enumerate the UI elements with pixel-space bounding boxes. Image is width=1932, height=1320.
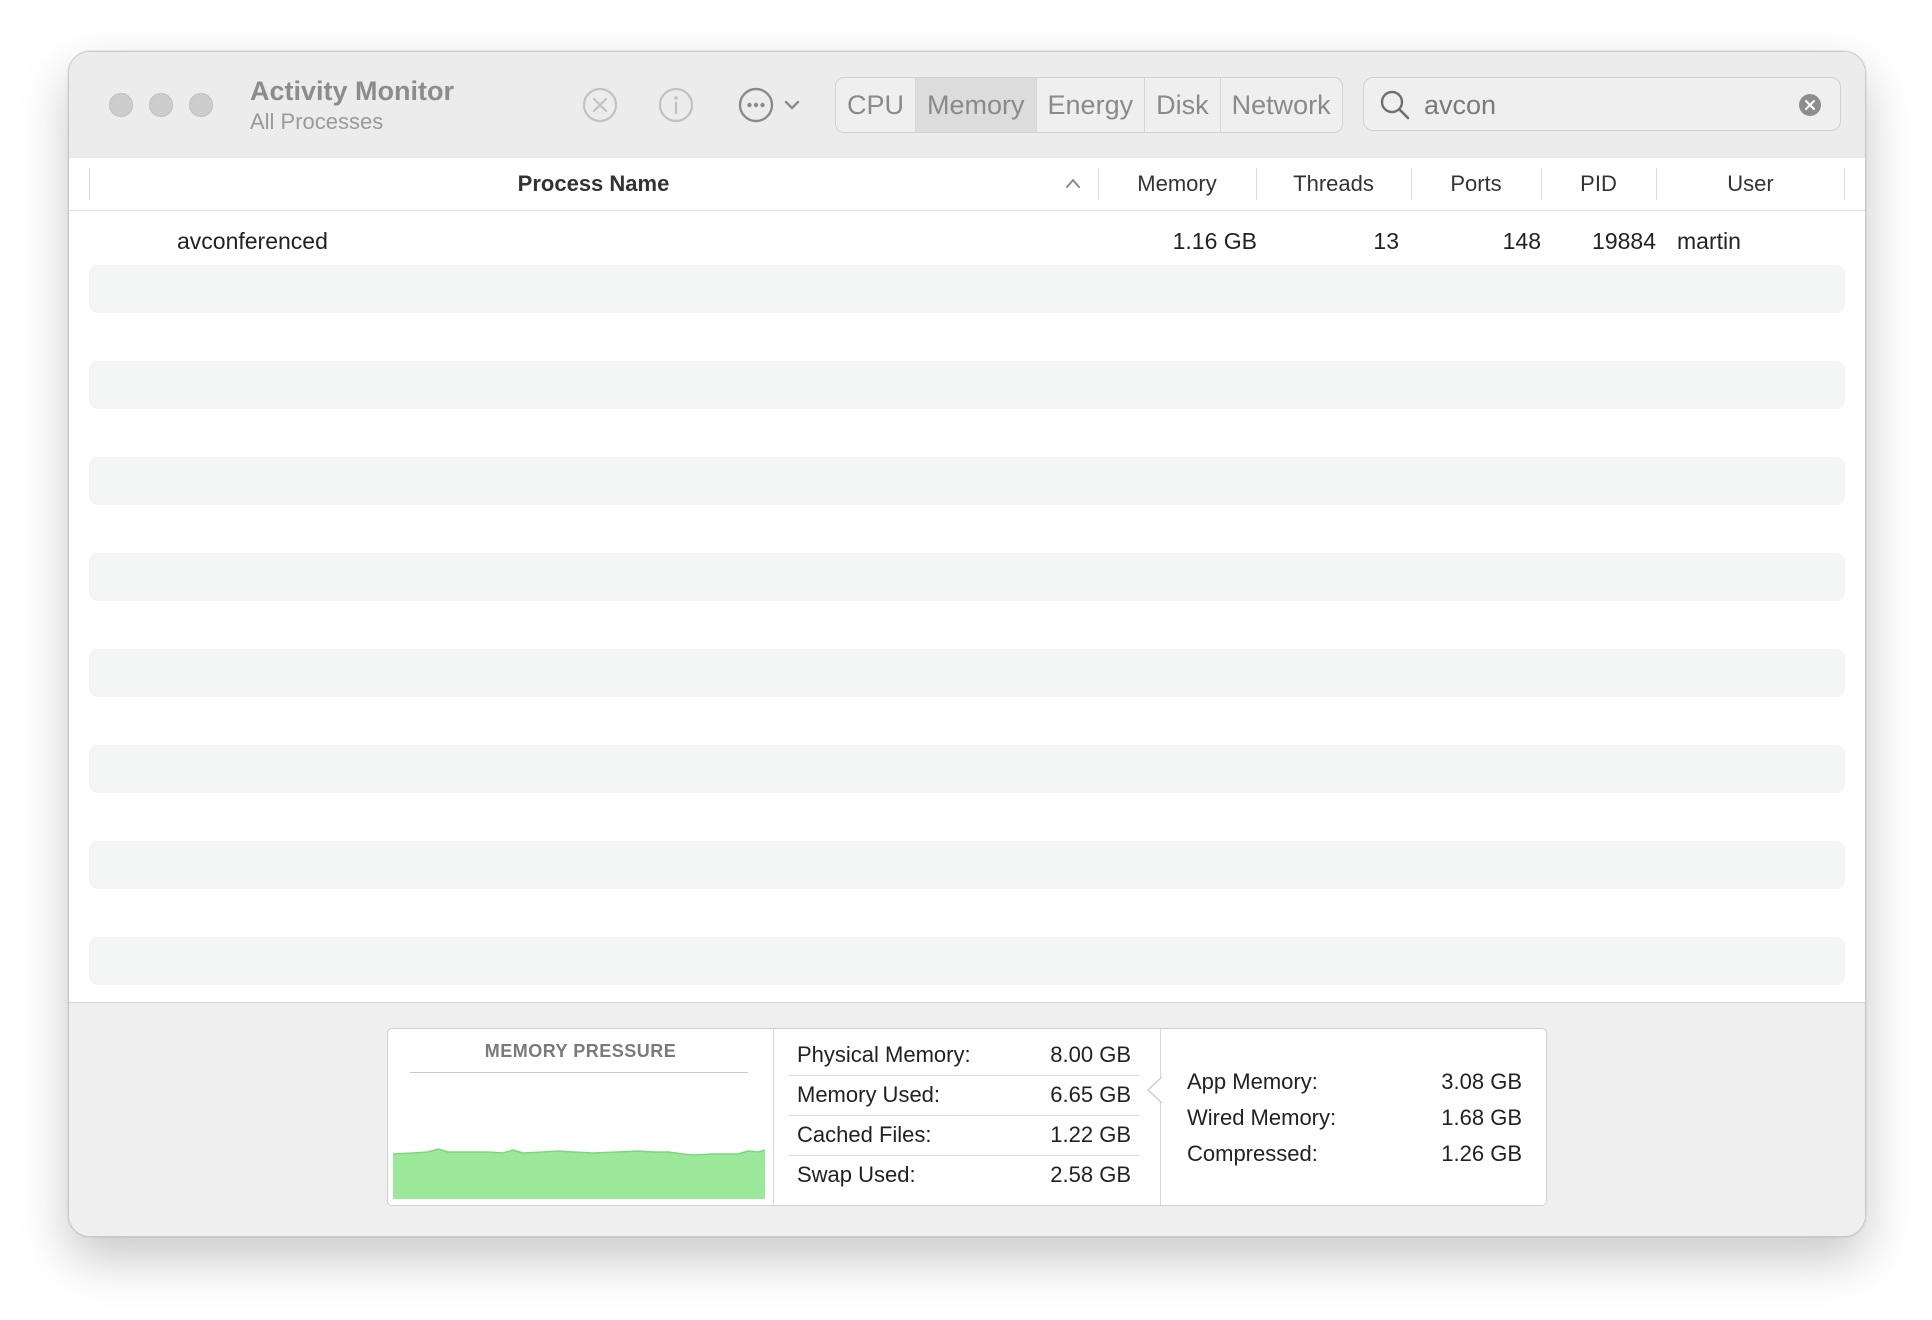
empty-row: [89, 745, 1845, 793]
search-icon: [1380, 90, 1410, 120]
breakdown-value: 1.26 GB: [1441, 1141, 1522, 1166]
memory-pressure-section: MEMORY PRESSURE: [388, 1029, 774, 1205]
memory-cell: 1.16 GB: [1172, 228, 1257, 254]
empty-row: [89, 937, 1845, 985]
memory-stats-section: Physical Memory: 8.00 GB Memory Used: 6.…: [774, 1029, 1161, 1205]
breakdown-label: Compressed:: [1187, 1141, 1318, 1166]
empty-row: [89, 841, 1845, 889]
stop-process-button[interactable]: [581, 86, 619, 124]
memory-pressure-graph: [393, 1148, 765, 1199]
column-header-memory[interactable]: Memory: [1098, 158, 1256, 210]
ports-cell: 148: [1502, 228, 1541, 254]
empty-row: [89, 553, 1845, 601]
tab-disk[interactable]: Disk: [1145, 78, 1221, 132]
stat-row-cached-files: Cached Files: 1.22 GB: [789, 1116, 1139, 1156]
breakdown-label: App Memory:: [1187, 1069, 1318, 1094]
window-subtitle: All Processes: [250, 109, 384, 134]
breakdown-label: Wired Memory:: [1187, 1105, 1337, 1130]
stat-label: Swap Used:: [797, 1162, 916, 1187]
stat-label: Physical Memory:: [797, 1042, 971, 1067]
table-row[interactable]: avconferenced 1.16 GB 13 148 19884 marti…: [89, 217, 1845, 265]
user-cell: martin: [1677, 228, 1741, 254]
memory-breakdown-section: App Memory: 3.08 GB Wired Memory: 1.68 G…: [1161, 1029, 1546, 1205]
memory-pressure-fill: [393, 1149, 765, 1199]
stat-value: 2.58 GB: [1050, 1162, 1131, 1187]
memory-summary-panel: MEMORY PRESSURE Physical Memory: 8.00 GB…: [387, 1028, 1547, 1206]
column-header-threads[interactable]: Threads: [1256, 158, 1411, 210]
stat-row-swap-used: Swap Used: 2.58 GB: [789, 1156, 1139, 1195]
tab-network[interactable]: Network: [1221, 78, 1342, 132]
table-header: Process Name Memory Threads Ports PID Us…: [69, 158, 1865, 211]
activity-monitor-window: Activity Monitor All Processes CPU Memor…: [68, 51, 1866, 1237]
stat-label: Memory Used:: [797, 1082, 941, 1107]
breakdown-value: 3.08 GB: [1441, 1069, 1522, 1094]
column-header-ports[interactable]: Ports: [1411, 158, 1541, 210]
empty-row: [89, 265, 1845, 313]
close-window-button[interactable]: [109, 93, 133, 117]
tab-cpu[interactable]: CPU: [836, 78, 917, 132]
stat-row-physical-memory: Physical Memory: 8.00 GB: [789, 1036, 1139, 1076]
clear-search-icon[interactable]: [1798, 93, 1822, 117]
toolbar: Activity Monitor All Processes CPU Memor…: [69, 52, 1865, 159]
stat-label: Cached Files:: [797, 1122, 932, 1147]
info-circle-icon: [658, 87, 694, 123]
pid-cell: 19884: [1592, 228, 1656, 254]
ellipsis-circle-icon: [738, 87, 800, 123]
minimize-window-button[interactable]: [149, 93, 173, 117]
tab-memory[interactable]: Memory: [916, 78, 1037, 132]
search-input[interactable]: [1424, 86, 1764, 124]
inspect-process-button[interactable]: [657, 86, 695, 124]
column-header-user[interactable]: User: [1656, 158, 1845, 210]
stat-value: 8.00 GB: [1050, 1042, 1131, 1067]
empty-row: [89, 457, 1845, 505]
zoom-window-button[interactable]: [189, 93, 213, 117]
process-name-cell: avconferenced: [177, 228, 328, 254]
sort-ascending-icon: [1066, 179, 1080, 188]
threads-cell: 13: [1373, 228, 1399, 254]
more-actions-button[interactable]: [737, 86, 807, 124]
stat-row-memory-used: Memory Used: 6.65 GB: [789, 1076, 1139, 1116]
search-field[interactable]: [1363, 77, 1841, 131]
empty-row: [89, 649, 1845, 697]
stat-value: 1.22 GB: [1050, 1122, 1131, 1147]
column-header-pid[interactable]: PID: [1541, 158, 1656, 210]
window-title: Activity Monitor: [250, 76, 455, 106]
memory-summary-area: MEMORY PRESSURE Physical Memory: 8.00 GB…: [69, 1002, 1865, 1236]
breakdown-value: 1.68 GB: [1441, 1105, 1522, 1130]
column-header-process-name[interactable]: Process Name: [89, 158, 1098, 210]
memory-pressure-title: MEMORY PRESSURE: [484, 1041, 677, 1061]
stat-value: 6.65 GB: [1050, 1082, 1131, 1107]
tab-energy[interactable]: Energy: [1037, 78, 1146, 132]
view-tabs: CPU Memory Energy Disk Network: [835, 77, 1343, 133]
x-circle-icon: [582, 87, 618, 123]
empty-row: [89, 361, 1845, 409]
